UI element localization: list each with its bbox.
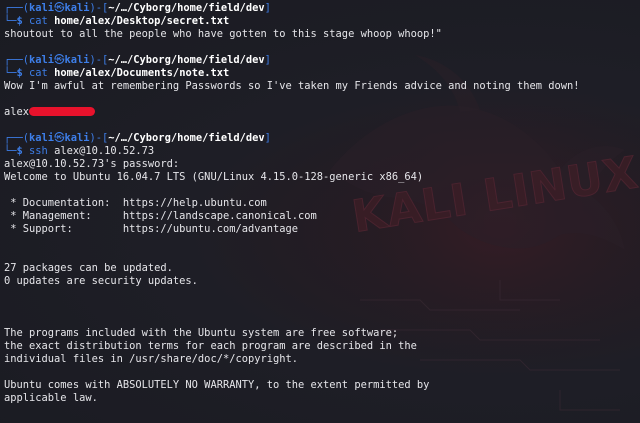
output-line: individual files in /usr/share/doc/*/cop… (4, 353, 299, 365)
command-line: └─$ ssh alex@10.10.52.73 (4, 145, 155, 157)
command-args: home/alex/Documents/note.txt (54, 67, 230, 79)
output-line: the exact distribution terms for each pr… (4, 340, 417, 352)
prompt-line: ┌──(kali㉿kali)-[~/…/Cyborg/home/field/de… (4, 54, 271, 66)
prompt-line: ┌──(kali㉿kali)-[~/…/Cyborg/home/field/de… (4, 2, 271, 14)
output-line: alex@10.10.52.73's password: (4, 158, 180, 170)
ssh-output: alex@10.10.52.73's password: Welcome to U… (4, 158, 640, 405)
output-line: shoutout to all the people who have gott… (4, 28, 442, 40)
output-line: Ubuntu comes with ABSOLUTELY NO WARRANTY… (4, 379, 430, 391)
command-name: cat (29, 15, 48, 27)
output-line: 27 packages can be updated. (4, 262, 173, 274)
terminal-window[interactable]: KALI LINUX ┌──(kali㉿kali)-[~/…/Cyborg/ho… (0, 0, 640, 423)
command-name: cat (29, 67, 48, 79)
prompt-user: kali (29, 2, 55, 14)
command-name: ssh (29, 145, 48, 157)
prompt-host: kali (64, 2, 90, 14)
output-line: 0 updates are security updates. (4, 275, 198, 287)
command-args: home/alex/Desktop/secret.txt (54, 15, 230, 27)
command-line: └─$ cat home/alex/Desktop/secret.txt (4, 15, 230, 27)
credential-line: alex (4, 106, 640, 119)
prompt-path: ~/…/Cyborg/home/field/dev (108, 2, 265, 14)
redacted-password-mark (29, 107, 96, 116)
output-line: * Documentation: https://help.ubuntu.com (4, 197, 267, 209)
output-line: applicable law. (4, 392, 98, 404)
kali-skull-icon: ㉿ (54, 132, 65, 144)
prompt-line: ┌──(kali㉿kali)-[~/…/Cyborg/home/field/de… (4, 132, 271, 144)
command-line: └─$ cat home/alex/Documents/note.txt (4, 67, 230, 79)
credential-user: alex (4, 106, 30, 118)
terminal-output: ┌──(kali㉿kali)-[~/…/Cyborg/home/field/de… (4, 2, 640, 405)
output-line: * Support: https://ubuntu.com/advantage (4, 223, 299, 235)
output-line: Wow I'm awful at remembering Passwords s… (4, 80, 580, 92)
output-line: Welcome to Ubuntu 16.04.7 LTS (GNU/Linux… (4, 171, 424, 183)
kali-skull-icon: ㉿ (54, 54, 65, 66)
kali-skull-icon: ㉿ (54, 2, 65, 14)
output-line: * Management: https://landscape.canonica… (4, 210, 317, 222)
output-line: The programs included with the Ubuntu sy… (4, 327, 399, 339)
command-args: alex@10.10.52.73 (54, 145, 155, 157)
